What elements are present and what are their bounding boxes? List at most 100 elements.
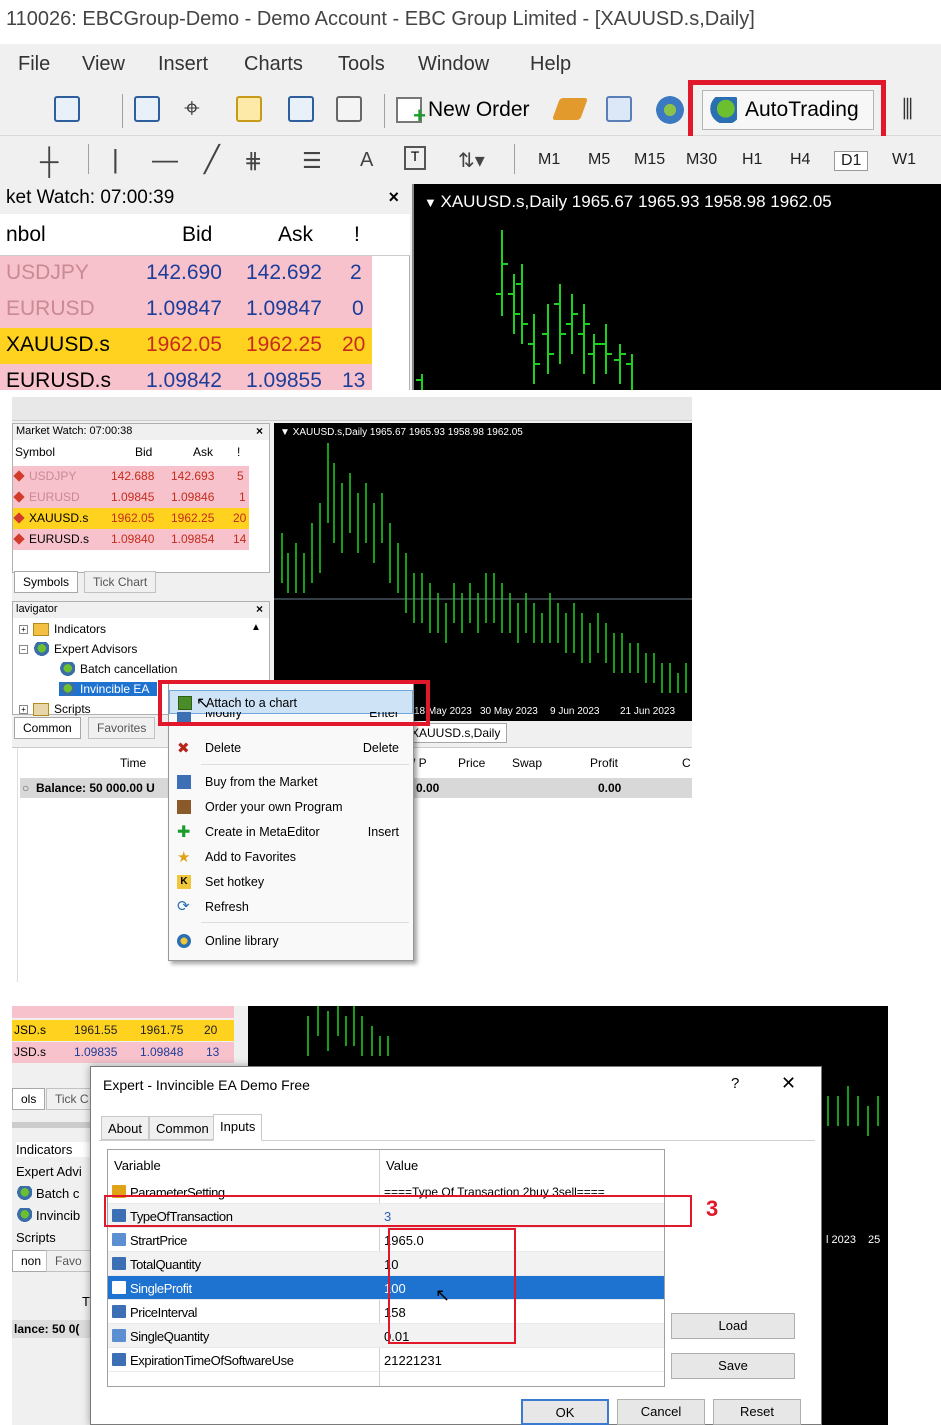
tab-tick-chart[interactable]: Tick Chart xyxy=(84,571,157,593)
timeframe-d1[interactable]: D1 xyxy=(834,151,869,171)
col-ask[interactable]: Ask xyxy=(193,445,213,459)
nav-invincible[interactable]: Invincib xyxy=(16,1208,80,1223)
table-row[interactable]: EURUSD 1.09847 1.09847 0 xyxy=(0,292,372,328)
col-price[interactable]: Price xyxy=(458,756,485,770)
market-icon[interactable] xyxy=(606,96,632,122)
col-swap[interactable]: Swap xyxy=(512,756,542,770)
terminal-icon[interactable] xyxy=(288,96,314,122)
expand-icon[interactable]: + xyxy=(19,704,28,714)
nav-indicators[interactable]: + Indicators xyxy=(19,622,106,636)
table-row[interactable]: EURUSD.s 1.09842 1.09855 13 xyxy=(0,364,372,390)
param-row[interactable]: ExpirationTimeOfSoftwareUse 21221231 xyxy=(108,1348,664,1372)
table-row[interactable]: EURUSD 1.09845 1.09846 1 xyxy=(13,487,249,508)
table-row[interactable]: JSD.s 1.09835 1.09848 13 xyxy=(12,1042,234,1063)
close-icon[interactable]: ✕ xyxy=(781,1073,796,1094)
tab-favorites[interactable]: Favo xyxy=(46,1250,91,1272)
tab-common[interactable]: non xyxy=(12,1250,51,1272)
trendline-icon[interactable]: ╱ xyxy=(204,144,220,175)
col-bid[interactable]: Bid xyxy=(135,445,152,459)
col-symbol[interactable]: nbol xyxy=(6,223,46,247)
text-tool-icon[interactable]: A xyxy=(360,149,373,172)
col-symbol[interactable]: Symbol xyxy=(15,445,55,459)
new-order-button[interactable]: New Order xyxy=(396,92,530,129)
ok-button[interactable]: OK xyxy=(521,1399,609,1425)
table-row[interactable]: XAUUSD.s 1962.05 1962.25 20 xyxy=(13,508,249,529)
vertical-line-icon[interactable]: | xyxy=(112,144,119,175)
table-row[interactable]: USDJPY 142.690 142.692 2 xyxy=(0,256,372,292)
timeframe-m1[interactable]: M1 xyxy=(538,151,560,169)
horizontal-line-icon[interactable]: — xyxy=(152,144,178,175)
menu-help[interactable]: Help xyxy=(530,53,571,76)
scroll-up-icon[interactable]: ▲ xyxy=(251,622,261,633)
arrows-dropdown-icon[interactable]: ⇅▾ xyxy=(458,148,485,173)
nav-indicators[interactable]: Indicators xyxy=(16,1142,92,1157)
menu-view[interactable]: View xyxy=(82,53,125,76)
timeframe-h4[interactable]: H4 xyxy=(790,151,810,169)
crosshair-icon[interactable]: ⌖ xyxy=(184,92,200,125)
menu-create-metaeditor[interactable]: ✚ Create in MetaEditor Insert xyxy=(169,820,413,844)
timeframe-m5[interactable]: M5 xyxy=(588,151,610,169)
param-row-selected[interactable]: SingleProfit 100 xyxy=(108,1276,664,1300)
text-label-icon[interactable]: T xyxy=(404,146,426,170)
tab-common[interactable]: Common xyxy=(14,717,81,739)
col-ask[interactable]: Ask xyxy=(278,223,313,247)
menu-file[interactable]: File xyxy=(18,53,50,76)
menu-charts[interactable]: Charts xyxy=(244,53,303,76)
menu-add-favorites[interactable]: ★ Add to Favorites xyxy=(169,845,413,869)
param-row[interactable]: PriceInterval 158 xyxy=(108,1300,664,1324)
table-row[interactable] xyxy=(12,1006,234,1018)
nav-scripts[interactable]: Scripts xyxy=(16,1230,56,1245)
table-row[interactable]: USDJPY 142.688 142.693 5 xyxy=(13,466,249,487)
cancel-button[interactable]: Cancel xyxy=(617,1399,705,1425)
tab-symbols[interactable]: ols xyxy=(12,1088,46,1110)
param-row[interactable]: SingleQuantity 0.01 xyxy=(108,1324,664,1348)
chart-tab[interactable]: XAUUSD.s,Daily xyxy=(404,723,508,743)
fibo-icon[interactable]: ☰ xyxy=(302,148,322,174)
strategy-tester-icon[interactable] xyxy=(336,96,362,122)
tab-symbols[interactable]: Symbols xyxy=(14,571,79,593)
nav-batch-cancellation[interactable]: Batch cancellation xyxy=(59,662,177,676)
menu-tools[interactable]: Tools xyxy=(338,53,385,76)
col-comment[interactable]: C xyxy=(682,756,691,770)
table-row[interactable]: XAUUSD.s 1962.05 1962.25 20 xyxy=(0,328,372,364)
tab-about[interactable]: About xyxy=(101,1116,149,1140)
table-row[interactable]: JSD.s 1961.55 1961.75 20 xyxy=(12,1020,234,1041)
profiles-icon[interactable] xyxy=(134,96,160,122)
menu-online-library[interactable]: Online library xyxy=(169,929,413,953)
menu-set-hotkey[interactable]: K Set hotkey xyxy=(169,870,413,894)
timeframe-h1[interactable]: H1 xyxy=(742,151,762,169)
col-spread[interactable]: ! xyxy=(354,223,360,247)
timeframe-w1[interactable]: W1 xyxy=(892,151,916,169)
price-chart[interactable]: ▼ XAUUSD.s,Daily 1965.67 1965.93 1958.98… xyxy=(274,423,692,721)
param-row[interactable]: TotalQuantity 10 xyxy=(108,1252,664,1276)
close-icon[interactable]: × xyxy=(256,424,263,438)
param-row[interactable]: StrartPrice 1965.0 xyxy=(108,1228,664,1252)
navigator-icon[interactable] xyxy=(236,96,262,122)
menu-refresh[interactable]: ⟳ Refresh xyxy=(169,895,413,919)
channel-icon[interactable]: ⋕ xyxy=(244,148,262,174)
timeframe-m15[interactable]: M15 xyxy=(634,151,665,169)
menu-insert[interactable]: Insert xyxy=(158,53,208,76)
col-variable[interactable]: Variable xyxy=(108,1150,167,1180)
col-bid[interactable]: Bid xyxy=(182,223,212,247)
nav-expert-advisors[interactable]: − Expert Advisors xyxy=(19,642,137,656)
menu-buy-from-market[interactable]: Buy from the Market xyxy=(169,770,413,794)
col-value[interactable]: Value xyxy=(380,1150,424,1180)
load-button[interactable]: Load xyxy=(671,1313,795,1339)
chart-bars-icon[interactable]: ⫼ xyxy=(902,96,913,124)
tab-inputs[interactable]: Inputs xyxy=(213,1114,263,1141)
timeframe-m30[interactable]: M30 xyxy=(686,151,717,169)
close-icon[interactable]: × xyxy=(388,187,399,208)
table-row[interactable]: EURUSD.s 1.09840 1.09854 14 xyxy=(13,529,249,550)
price-chart[interactable]: ▼ XAUUSD.s,Daily 1965.67 1965.93 1958.98… xyxy=(412,184,941,390)
nav-expert-advisors[interactable]: Expert Advi xyxy=(16,1164,82,1179)
new-chart-icon[interactable] xyxy=(54,96,80,122)
nav-invincible-ea[interactable]: Invincible EA xyxy=(59,682,158,696)
menu-delete[interactable]: ✖ Delete Delete xyxy=(169,736,413,760)
col-profit[interactable]: Profit xyxy=(590,756,618,770)
save-button[interactable]: Save xyxy=(671,1353,795,1379)
col-time[interactable]: Time xyxy=(120,756,146,770)
crosshair-tool-icon[interactable]: ┼ xyxy=(40,146,58,177)
nav-batch[interactable]: Batch c xyxy=(16,1186,79,1201)
expand-icon[interactable]: + xyxy=(19,624,28,634)
